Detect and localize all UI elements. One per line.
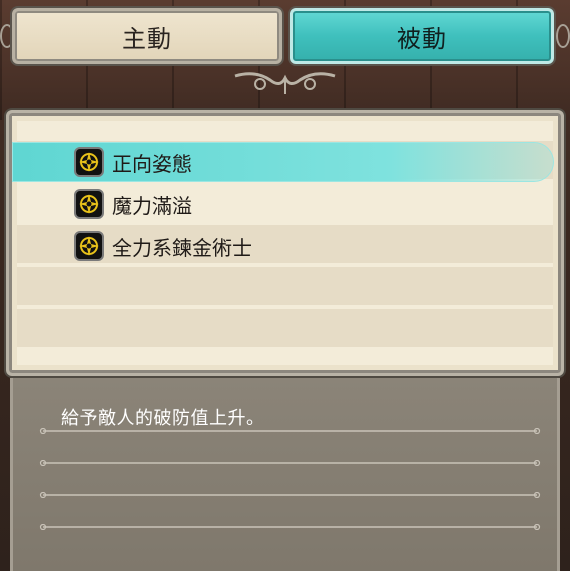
skill-name: 正向姿態	[112, 151, 192, 176]
skill-menu-screen: 主動 被動 正向姿態 魔力滿溢 全力系鍊金術士 給予敵人的破防值上升。	[0, 0, 570, 571]
tab-label: 主動	[122, 24, 172, 53]
divider	[39, 492, 541, 498]
frame-curl-ornament	[556, 24, 570, 48]
compass-star-icon	[74, 189, 104, 219]
compass-star-icon	[74, 231, 104, 261]
divider	[39, 524, 541, 530]
list-item[interactable]: 正向姿態	[13, 143, 553, 181]
skill-list-panel: 正向姿態 魔力滿溢 全力系鍊金術士	[6, 110, 564, 376]
list-item[interactable]: 魔力滿溢	[17, 185, 553, 223]
list-band	[17, 309, 553, 347]
tab-label: 被動	[397, 24, 447, 53]
list-band	[17, 267, 553, 305]
skill-name: 魔力滿溢	[112, 193, 192, 218]
tab-active-skills[interactable]: 主動	[12, 8, 282, 64]
description-panel: 給予敵人的破防值上升。	[10, 378, 560, 571]
divider	[39, 460, 541, 466]
skill-name: 全力系鍊金術士	[112, 235, 252, 260]
divider	[39, 428, 541, 434]
tab-passive-skills[interactable]: 被動	[290, 8, 554, 64]
filigree-ornament	[234, 72, 336, 94]
list-item[interactable]: 全力系鍊金術士	[17, 227, 553, 265]
compass-star-icon	[74, 147, 104, 177]
skill-list: 正向姿態 魔力滿溢 全力系鍊金術士	[13, 121, 553, 365]
skill-description: 給予敵人的破防值上升。	[61, 408, 265, 429]
